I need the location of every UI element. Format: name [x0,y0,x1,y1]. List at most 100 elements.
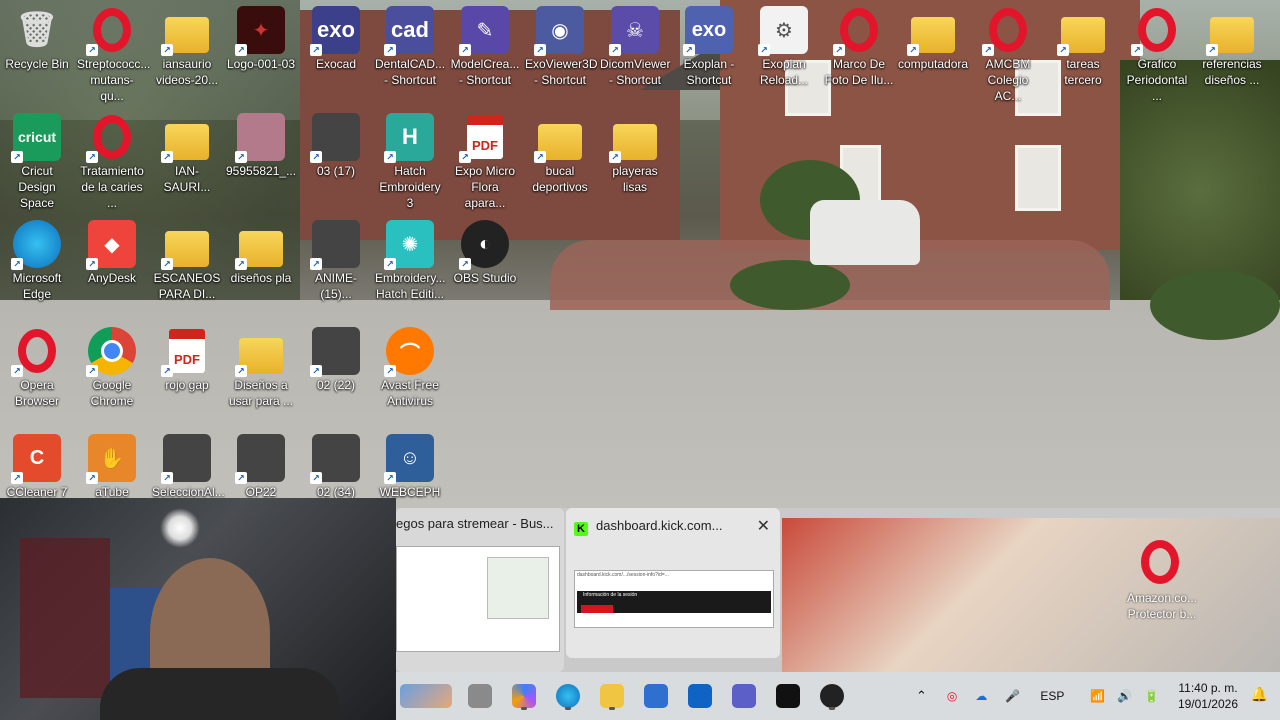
desktop-icon-label: Microsoft Edge [12,271,62,301]
outlook-icon[interactable] [684,680,716,712]
shortcut-arrow-icon: ↗ [384,365,396,377]
desktop-icon[interactable]: ↗ IAN-SAURI... [150,109,224,209]
desktop-icon[interactable]: exo ↗ Exoplan - Shortcut [672,2,746,102]
store-icon[interactable] [640,680,672,712]
pdf-icon: PDF ↗ [459,113,509,163]
copilot-icon[interactable] [508,680,540,712]
desktop-icon[interactable]: cad ↗ DentalCAD... - Shortcut [373,2,447,102]
desktop-icon[interactable]: PDF ↗ rojo gap [150,323,224,423]
file-explorer-icon[interactable] [464,680,496,712]
image-icon: ↗ [161,434,211,484]
tiktok-icon[interactable] [772,680,804,712]
desktop-icon[interactable]: ↗ ANIME-(15)... [299,216,373,316]
desktop-icon[interactable]: ↗ Diseños a usar para ... [224,323,298,423]
desktop-icon[interactable]: ↗ Microsoft Edge [0,216,74,316]
clock[interactable]: 11:40 p. m. 19/01/2026 [1178,680,1238,712]
preview-card-search[interactable]: egos para stremear - Bus... [396,508,564,672]
desktop-icon[interactable]: ☠ ↗ DicomViewer - Shortcut [598,2,672,102]
clock-time: 11:40 p. m. [1178,681,1238,695]
kick-icon: K [574,522,588,536]
desktop-icon[interactable]: exo ↗ Exocad [299,2,373,102]
chevron-up-icon[interactable]: ⌃ [916,688,927,704]
logo-icon: ✦ ↗ [235,6,285,56]
desktop-icon[interactable]: ◉ ↗ ExoViewer3D - Shortcut [523,2,597,102]
desktop-icon[interactable]: ⚙ ↗ Exoplan Reload... [747,2,821,102]
exocad-icon: exo ↗ [310,6,360,56]
shortcut-arrow-icon: ↗ [1057,44,1069,56]
desktop-icon[interactable]: ↗ Marco De Foto De Ilu... [822,2,896,102]
desktop-icon[interactable]: PDF ↗ Expo Micro Flora apara... [448,109,522,210]
desktop-icon[interactable]: ↗ 03 (17) [299,109,373,209]
shortcut-arrow-icon: ↗ [384,258,396,270]
desktop-icon[interactable]: ✎ ↗ ModelCrea... - Shortcut [448,2,522,102]
opera-tray-icon[interactable]: ◎ [947,689,957,703]
desktop-icon[interactable]: ✦ ↗ Logo-001-03 [224,2,298,102]
desktop-icon-label: Recycle Bin [5,57,69,71]
recycle-bin-icon: 🗑 [15,11,59,49]
onedrive-icon[interactable]: ☁ [975,689,987,703]
widgets-icon[interactable] [398,680,454,712]
desktop-icon[interactable]: ⌒ ↗ Avast Free Antivirus [373,323,447,423]
desktop-icon[interactable]: ↗ Streptococc... mutans- qu... [75,2,150,103]
folder-icon: ↗ [1057,6,1107,56]
edge-icon[interactable] [552,680,584,712]
desktop-icon[interactable]: ↗ diseños pla [224,216,298,316]
opera-icon: ↗ [86,6,136,56]
shortcut-arrow-icon: ↗ [161,472,173,484]
desktop-icon-label: Avast Free Antivirus [381,378,439,408]
shortcut-arrow-icon: ↗ [235,365,247,377]
shortcut-arrow-icon: ↗ [907,44,919,56]
obs-icon[interactable] [816,680,848,712]
opera-icon: ↗ [1131,6,1181,56]
shortcut-arrow-icon: ↗ [459,44,471,56]
desktop-icon[interactable]: ↗ computadora [896,2,970,102]
desktop-icon[interactable]: ↗ Grafico Periodontal ... [1120,2,1194,103]
microphone-icon[interactable]: 🎤 [1005,689,1020,703]
wifi-icon[interactable]: 📶 [1090,689,1105,703]
image-icon: ↗ [310,434,360,484]
desktop-icon[interactable]: ↗ bucal deportivos [523,109,597,209]
desktop-icon-label: AMCBM Colegio AC... [985,57,1031,103]
folder-icon[interactable] [596,680,628,712]
desktop-icon-label: AnyDesk [87,271,137,285]
preview-title-search: egos para stremear - Bus... [396,516,554,531]
desktop-icon[interactable]: ↗ 95955821_... [224,109,298,209]
dicomviewer-icon: ☠ ↗ [609,6,659,56]
desktop-icon[interactable]: ✺ ↗ Embroidery... Hatch Editi... [373,216,447,316]
desktop-icon[interactable]: ↗ ESCANEOS PARA DI... [150,216,224,316]
shortcut-arrow-icon: ↗ [310,151,322,163]
desktop-icon-label: computadora [898,57,969,71]
exoviewer-icon: ◉ ↗ [534,6,584,56]
volume-icon[interactable]: 🔊 [1117,689,1132,703]
desktop-icon[interactable]: ↗ 02 (22) [299,323,373,423]
teams-icon[interactable] [728,680,760,712]
desktop-icon-label: playeras lisas [612,164,658,194]
desktop-icon[interactable]: H ↗ Hatch Embroidery 3 [373,109,447,210]
desktop-icon[interactable]: ↗ tareas tercero [1046,2,1120,102]
desktop-icon[interactable]: ◆ ↗ AnyDesk [75,216,149,316]
chrome-icon: ↗ [86,327,136,377]
shortcut-arrow-icon: ↗ [235,472,247,484]
dentalcad-icon: cad ↗ [384,6,434,56]
desktop-icon[interactable]: ↗ Opera Browser [0,323,74,423]
desktop-icon[interactable]: ↗ Tratamiento de la caries ... [75,109,149,210]
desktop-icon-label: 03 (17) [316,164,356,178]
desktop-icon[interactable]: ↗ playeras lisas [598,109,672,209]
preview-card-kick[interactable]: Kdashboard.kick.com... ✕ dashboard.kick.… [566,508,780,658]
notification-icon[interactable]: 🔔 [1251,686,1268,703]
desktop-icon[interactable]: cricut ↗ Cricut Design Space [0,109,74,210]
close-icon[interactable]: ✕ [757,516,770,536]
desktop-icon-label: tareas tercero [1064,57,1102,87]
taskbar: ⌃ ◎ ☁ 🎤 ESP 📶 🔊 🔋 11:40 p. m. 19/01/2026… [396,672,1280,720]
desktop-icon[interactable]: 🗑 Recycle Bin [0,2,74,102]
language-indicator[interactable]: ESP [1040,689,1064,703]
battery-icon[interactable]: 🔋 [1144,689,1159,703]
shortcut-arrow-icon: ↗ [459,151,471,163]
desktop-icon[interactable]: ↗ referencias diseños ... [1195,2,1269,102]
desktop-icon[interactable]: ↗ AMCBM Colegio AC... [971,2,1045,103]
desktop-icon[interactable]: ↗ iansaurio videos-20... [150,2,224,102]
image-icon: ↗ [310,327,360,377]
desktop-icon[interactable]: ↗ Google Chrome [75,323,149,423]
desktop-icon-label: Exoplan Reload... [759,57,809,87]
desktop-icon[interactable]: ◐ ↗ OBS Studio [448,216,522,316]
